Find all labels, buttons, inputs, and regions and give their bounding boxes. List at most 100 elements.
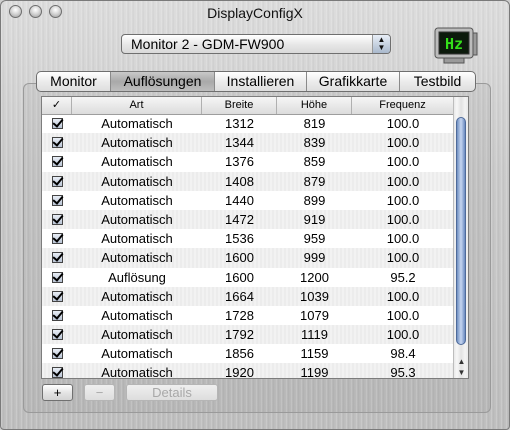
cell-hoehe: 899 xyxy=(303,192,326,208)
checkmark-icon[interactable] xyxy=(51,233,63,245)
tab-testbild[interactable]: Testbild xyxy=(400,72,475,91)
row-checkbox[interactable] xyxy=(42,306,72,325)
column-header-breite[interactable]: Breite xyxy=(202,97,277,114)
cell-art: Automatisch xyxy=(101,346,173,362)
scroll-up-arrow-icon[interactable]: ▲ xyxy=(454,356,468,367)
table-row[interactable]: Automatisch 1376 859 100.0 xyxy=(42,152,454,171)
checkmark-icon[interactable] xyxy=(51,175,63,187)
cell-hoehe: 919 xyxy=(303,211,326,227)
checkmark-icon[interactable] xyxy=(51,367,63,378)
row-checkbox[interactable] xyxy=(42,229,72,248)
cell-breite: 1600 xyxy=(225,269,254,285)
cell-hoehe: 859 xyxy=(303,154,326,170)
monitor-select[interactable]: Monitor 2 - GDM-FW900 ▲ ▼ xyxy=(121,34,391,54)
cell-hoehe: 879 xyxy=(303,173,326,189)
cell-art: Automatisch xyxy=(101,116,173,131)
cell-frequenz: 100.0 xyxy=(386,250,420,266)
cell-hoehe: 999 xyxy=(303,250,326,266)
vertical-scrollbar[interactable]: ▲ ▼ xyxy=(453,97,468,378)
checkmark-icon[interactable] xyxy=(51,137,63,149)
cell-breite: 1664 xyxy=(225,288,254,304)
cell-breite: 1792 xyxy=(225,327,254,343)
row-checkbox[interactable] xyxy=(42,114,72,133)
cell-frequenz: 98.4 xyxy=(390,346,416,362)
monitor-select-value: Monitor 2 - GDM-FW900 xyxy=(131,36,285,52)
table-row[interactable]: Automatisch 1600 999 100.0 xyxy=(42,248,454,268)
tab-aufloesungen[interactable]: Auflösungen xyxy=(111,72,215,91)
column-header-hoehe[interactable]: Höhe xyxy=(277,97,352,114)
table-row[interactable]: Automatisch 1344 839 100.0 xyxy=(42,133,454,153)
checkmark-icon[interactable] xyxy=(51,271,63,283)
cell-breite: 1536 xyxy=(225,231,254,247)
checkmark-icon[interactable] xyxy=(51,290,63,302)
row-checkbox[interactable] xyxy=(42,325,72,344)
cell-frequenz: 100.0 xyxy=(386,173,420,189)
cell-hoehe: 1200 xyxy=(300,269,329,285)
column-header-check[interactable]: ✓ xyxy=(42,97,72,114)
cell-hoehe: 1119 xyxy=(301,327,328,343)
table-row[interactable]: Automatisch 1440 899 100.0 xyxy=(42,191,454,210)
table-row[interactable]: Automatisch 1792 1119 100.0 xyxy=(42,325,454,345)
table-row[interactable]: Automatisch 1536 959 100.0 xyxy=(42,229,454,248)
cell-hoehe: 1199 xyxy=(300,365,329,379)
tab-bar: Monitor Auflösungen Installieren Grafikk… xyxy=(36,71,476,92)
title-bar: DisplayConfigX xyxy=(1,1,509,23)
row-checkbox[interactable] xyxy=(42,344,72,363)
checkmark-icon[interactable] xyxy=(51,194,63,206)
table-row[interactable]: Automatisch 1408 879 100.0 xyxy=(42,171,454,191)
checkmark-icon[interactable] xyxy=(51,348,63,360)
table-row[interactable]: Auflösung 1600 1200 95.2 xyxy=(42,268,454,287)
checkmark-icon[interactable] xyxy=(51,156,63,168)
cell-breite: 1728 xyxy=(225,307,254,323)
logo-text: Hz xyxy=(445,35,463,53)
scroll-down-arrow-icon[interactable]: ▼ xyxy=(454,367,468,378)
cell-art: Automatisch xyxy=(101,365,173,379)
row-checkbox[interactable] xyxy=(42,287,72,306)
remove-button[interactable]: − xyxy=(84,384,115,401)
table-row[interactable]: Automatisch 1920 1199 95.3 xyxy=(42,363,454,379)
cell-hoehe: 819 xyxy=(303,116,326,131)
row-checkbox[interactable] xyxy=(42,248,72,267)
row-checkbox[interactable] xyxy=(42,191,72,210)
cell-art: Automatisch xyxy=(101,231,173,247)
row-checkbox[interactable] xyxy=(42,363,72,378)
table-row[interactable]: Automatisch 1312 819 100.0 xyxy=(42,114,454,133)
table-row[interactable]: Automatisch 1472 919 100.0 xyxy=(42,209,454,230)
add-button[interactable]: + xyxy=(42,384,73,401)
cell-art: Auflösung xyxy=(108,269,166,285)
checkmark-icon[interactable] xyxy=(51,309,63,321)
row-checkbox[interactable] xyxy=(42,210,72,229)
row-checkbox[interactable] xyxy=(42,172,72,191)
cell-hoehe: 1039 xyxy=(300,288,329,304)
app-window: DisplayConfigX Monitor 2 - GDM-FW900 ▲ ▼ … xyxy=(0,0,510,430)
scrollbar-thumb[interactable] xyxy=(456,117,466,345)
checkmark-icon[interactable] xyxy=(51,118,63,129)
tab-grafikkarte[interactable]: Grafikkarte xyxy=(307,72,400,91)
checkmark-icon[interactable] xyxy=(51,329,63,341)
checkmark-icon[interactable] xyxy=(51,213,63,225)
column-header-frequenz[interactable]: Frequenz xyxy=(352,97,454,114)
cell-art: Automatisch xyxy=(101,173,173,189)
cell-hoehe: 1159 xyxy=(300,346,329,362)
table-row[interactable]: Automatisch 1856 1159 98.4 xyxy=(42,344,454,363)
cell-hoehe: 1079 xyxy=(300,307,329,323)
cell-breite: 1376 xyxy=(225,154,254,170)
column-header-art[interactable]: Art xyxy=(72,97,202,114)
row-checkbox[interactable] xyxy=(42,268,72,287)
cell-hoehe: 839 xyxy=(303,135,326,151)
checkmark-icon[interactable] xyxy=(51,252,63,264)
table-row[interactable]: Automatisch 1664 1039 100.0 xyxy=(42,286,454,306)
cell-art: Automatisch xyxy=(101,211,173,227)
cell-art: Automatisch xyxy=(101,192,173,208)
details-button[interactable]: Details xyxy=(126,384,218,401)
row-checkbox[interactable] xyxy=(42,133,72,152)
row-checkbox[interactable] xyxy=(42,152,72,171)
table-row[interactable]: Automatisch 1728 1079 100.0 xyxy=(42,306,454,325)
cell-art: Automatisch xyxy=(101,135,173,151)
cell-hoehe: 959 xyxy=(303,231,326,247)
window-title: DisplayConfigX xyxy=(207,5,303,21)
tab-installieren[interactable]: Installieren xyxy=(215,72,307,91)
table-header: ✓ Art Breite Höhe Frequenz xyxy=(42,97,454,115)
tab-monitor[interactable]: Monitor xyxy=(37,72,111,91)
cell-frequenz: 100.0 xyxy=(386,192,420,208)
